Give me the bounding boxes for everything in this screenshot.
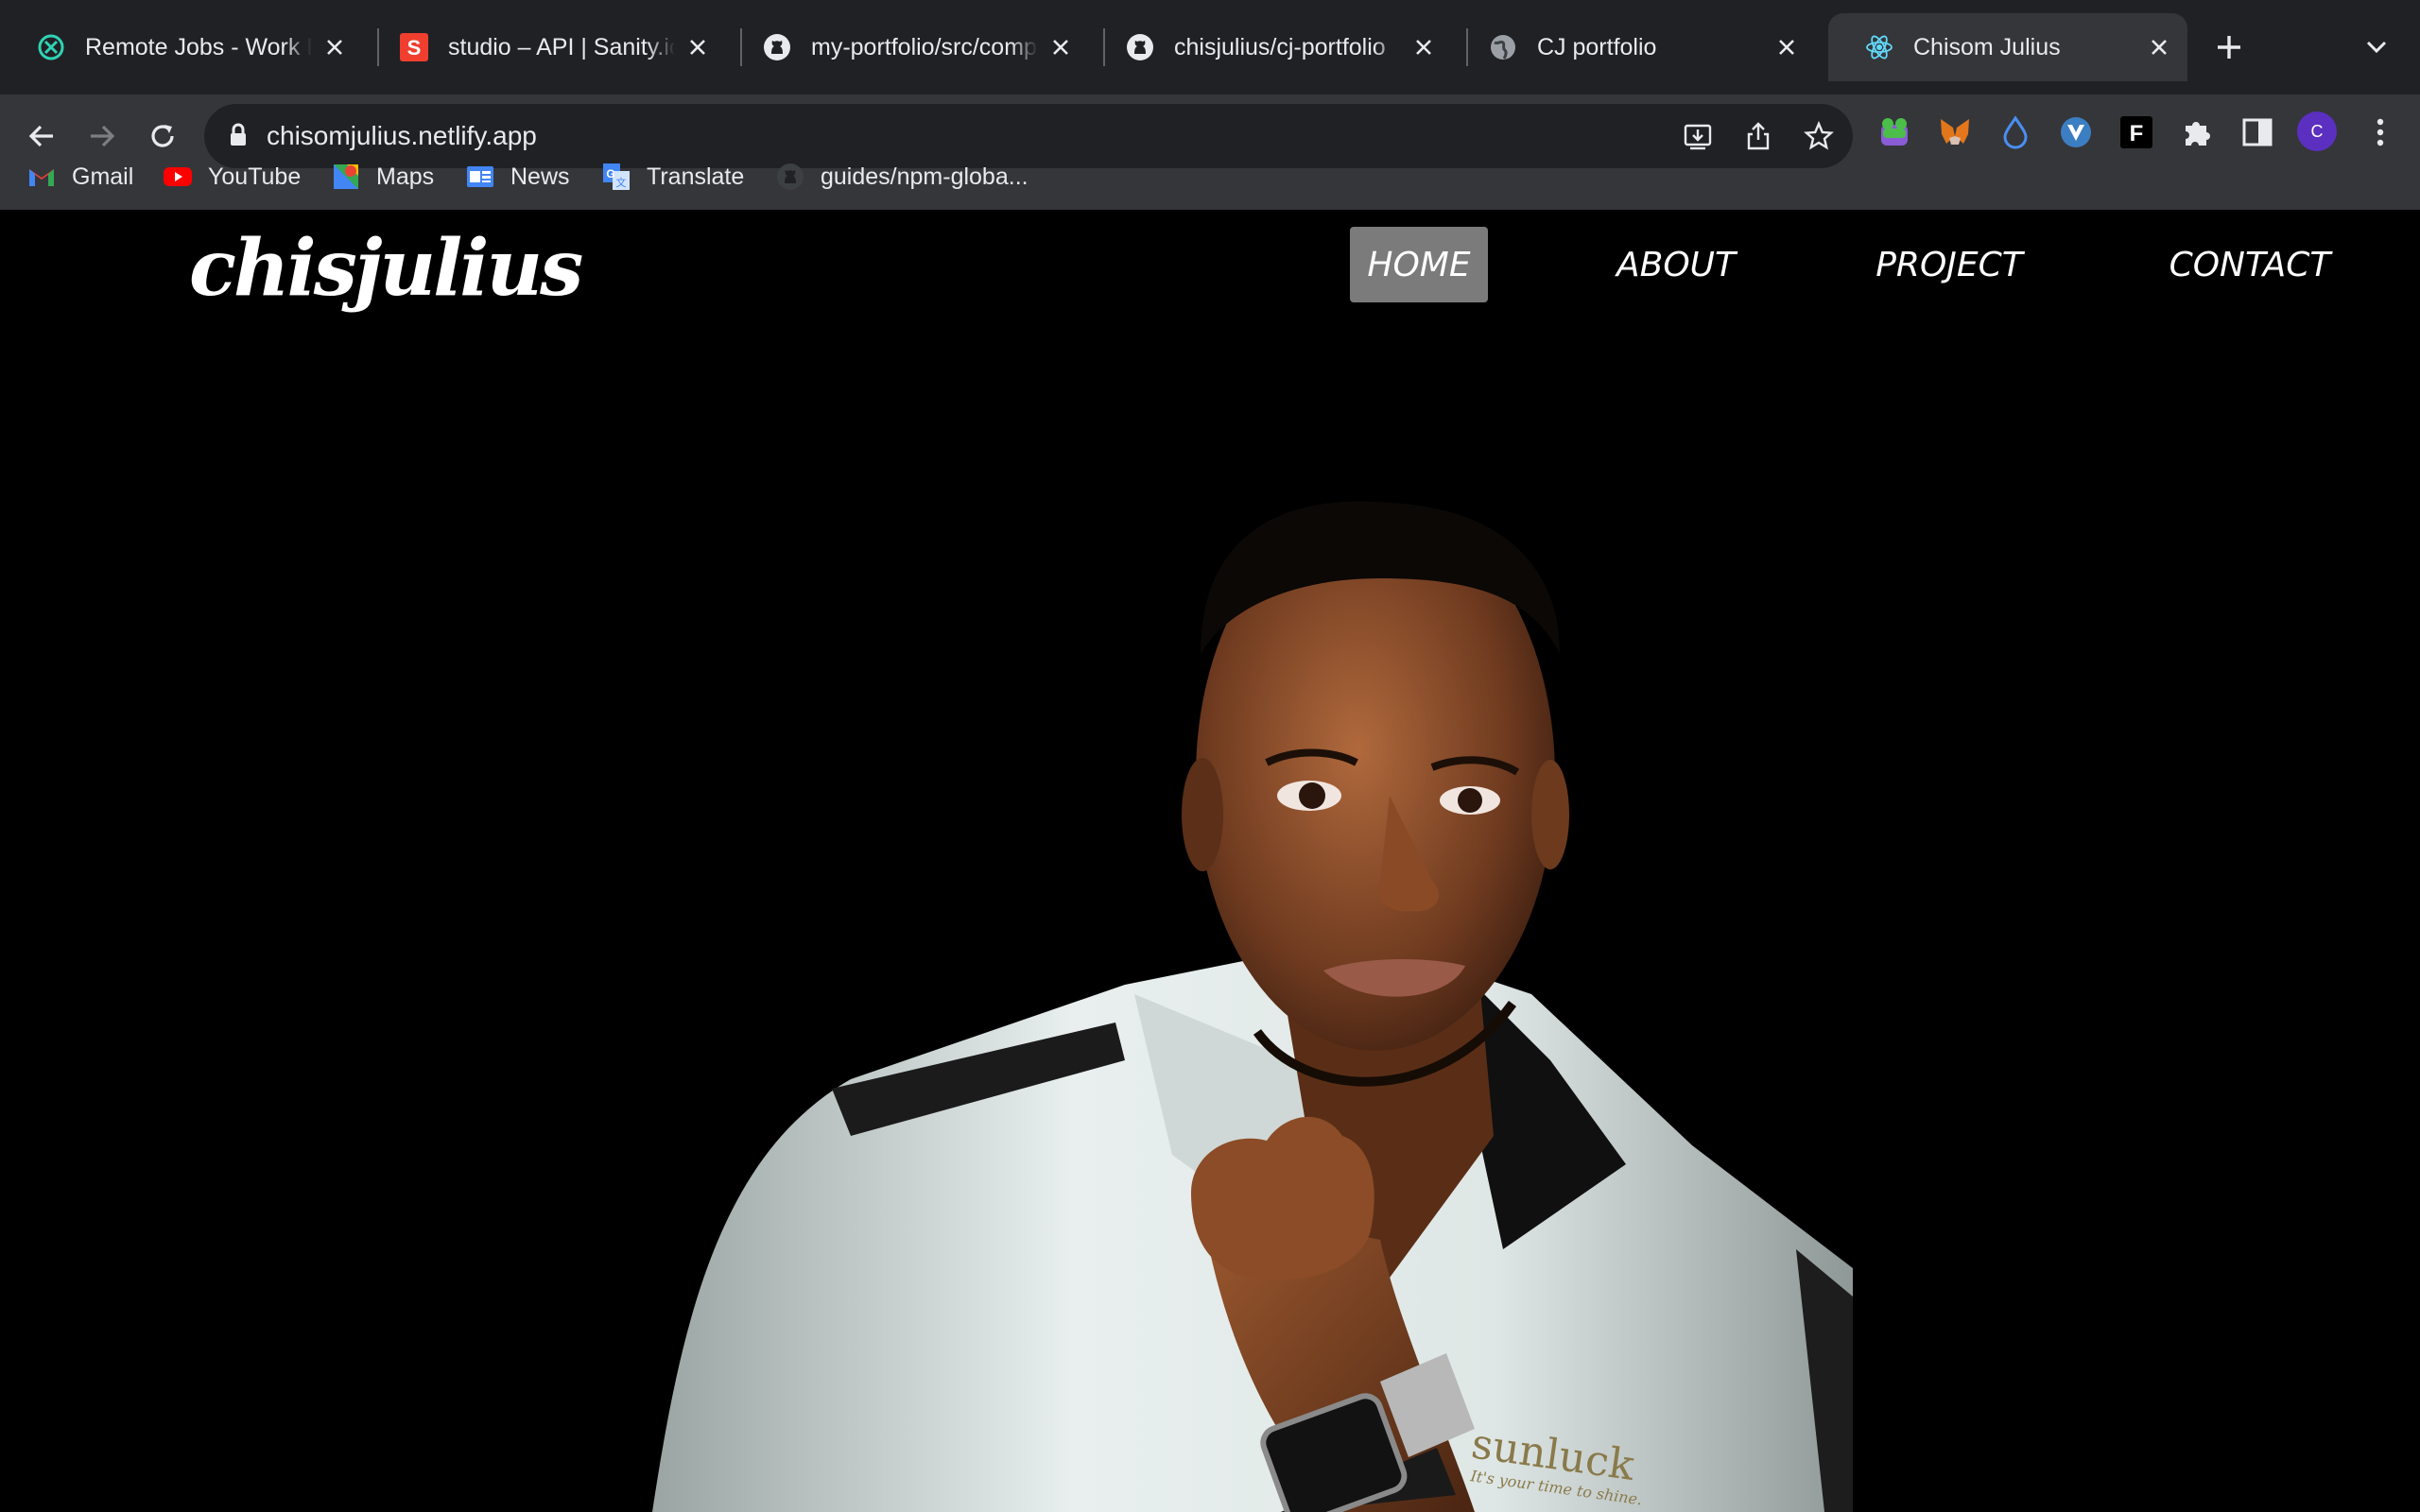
chevron-down-icon <box>2366 41 2387 54</box>
bookmark-label: Maps <box>376 163 435 190</box>
tab-search-button[interactable] <box>2358 28 2395 66</box>
bookmark-label: News <box>510 163 570 190</box>
tab-my-portfolio[interactable]: my-portfolio/src/components <box>726 13 1089 81</box>
more-menu-icon[interactable] <box>2363 113 2397 151</box>
translate-icon: G文 <box>601 162 631 192</box>
tab-cj-portfolio-repo[interactable]: chisjulius/cj-portfolio <box>1089 13 1452 81</box>
sanity-icon: S <box>399 32 429 62</box>
hero-portrait-photo: sunluck It's your time to shine. <box>0 210 2420 1512</box>
bookmark-news[interactable]: News <box>465 158 570 196</box>
tab-title: Chisom Julius <box>1913 33 2061 60</box>
react-icon <box>1864 32 1894 62</box>
gmail-icon <box>26 162 57 192</box>
bookmark-label: Translate <box>647 163 745 190</box>
plus-icon <box>2218 36 2240 59</box>
site-logo[interactable]: chisjulius <box>189 223 583 314</box>
bookmark-npm-guides[interactable]: guides/npm-globa... <box>775 158 1028 196</box>
frog-extension-icon[interactable] <box>1876 113 1913 151</box>
install-app-icon[interactable] <box>1681 119 1715 153</box>
news-icon <box>465 162 495 192</box>
bookmark-star-icon[interactable] <box>1802 119 1836 153</box>
bookmark-label: guides/npm-globa... <box>821 163 1028 190</box>
url-text[interactable]: chisomjulius.netlify.app <box>267 121 537 151</box>
nav-home[interactable]: HOME <box>1350 227 1488 302</box>
arrow-left-icon <box>28 125 53 147</box>
svg-text:S: S <box>407 36 422 60</box>
new-tab-button[interactable] <box>2210 28 2248 66</box>
tab-sanity[interactable]: S studio – API | Sanity.io <box>363 13 726 81</box>
youtube-icon <box>163 162 193 192</box>
tab-title: CJ portfolio <box>1537 33 1657 60</box>
web-page: sunluck It's your time to shine. chisjul… <box>0 210 2420 1512</box>
tab-strip: Remote Jobs - Work From Home S studio – … <box>0 0 2420 94</box>
bookmark-gmail[interactable]: Gmail <box>26 158 133 196</box>
svg-text:文: 文 <box>616 176 627 189</box>
reload-icon <box>151 125 174 147</box>
bookmark-translate[interactable]: G文 Translate <box>601 158 744 196</box>
remote-jobs-icon <box>36 32 66 62</box>
tab-chisom-julius[interactable]: Chisom Julius <box>1828 13 2187 81</box>
svg-text:G: G <box>606 167 614 180</box>
svg-text:F: F <box>2130 121 2144 146</box>
drop-extension-icon[interactable] <box>1996 113 2034 151</box>
forward-button[interactable] <box>79 113 125 159</box>
bookmark-label: YouTube <box>208 163 302 190</box>
tab-title: studio – API | Sanity.io <box>448 33 675 60</box>
close-icon[interactable] <box>684 34 711 60</box>
tab-title: chisjulius/cj-portfolio <box>1174 33 1386 60</box>
puzzle-extensions-icon[interactable] <box>2178 113 2216 151</box>
nav-project[interactable]: PROJECT <box>1864 227 2034 302</box>
maps-icon <box>331 162 361 192</box>
bookmark-maps[interactable]: Maps <box>331 158 434 196</box>
bookmark-youtube[interactable]: YouTube <box>163 158 301 196</box>
metamask-icon[interactable] <box>1936 113 1974 151</box>
close-icon[interactable] <box>321 34 348 60</box>
share-icon[interactable] <box>1741 119 1775 153</box>
github-icon <box>1125 32 1155 62</box>
nav-about[interactable]: ABOUT <box>1607 227 1745 302</box>
close-icon[interactable] <box>1773 34 1800 60</box>
f-extension-icon[interactable]: F <box>2118 113 2155 151</box>
tab-remote-jobs[interactable]: Remote Jobs - Work From Home <box>0 13 363 81</box>
close-icon[interactable] <box>1410 34 1437 60</box>
close-icon[interactable] <box>1047 34 1074 60</box>
github-icon <box>762 32 792 62</box>
bookmark-label: Gmail <box>72 163 134 190</box>
arrow-right-icon <box>91 125 115 147</box>
tab-title: my-portfolio/src/components <box>811 33 1038 60</box>
bookmarks-bar: Gmail YouTube Maps News G文 Translate gui… <box>0 158 2420 196</box>
globe-icon <box>1488 32 1518 62</box>
reload-button[interactable] <box>140 113 185 159</box>
side-panel-icon[interactable] <box>2238 113 2276 151</box>
back-button[interactable] <box>19 113 64 159</box>
lock-icon[interactable] <box>229 123 248 152</box>
github-icon <box>775 162 805 192</box>
nav-contact[interactable]: CONTACT <box>2155 227 2344 302</box>
close-icon[interactable] <box>2146 34 2172 60</box>
tab-title: Remote Jobs - Work From Home <box>85 33 312 60</box>
tab-cj-portfolio[interactable]: CJ portfolio <box>1452 13 1815 81</box>
vue-devtools-icon[interactable] <box>2057 113 2095 151</box>
profile-avatar[interactable]: C <box>2297 112 2337 151</box>
